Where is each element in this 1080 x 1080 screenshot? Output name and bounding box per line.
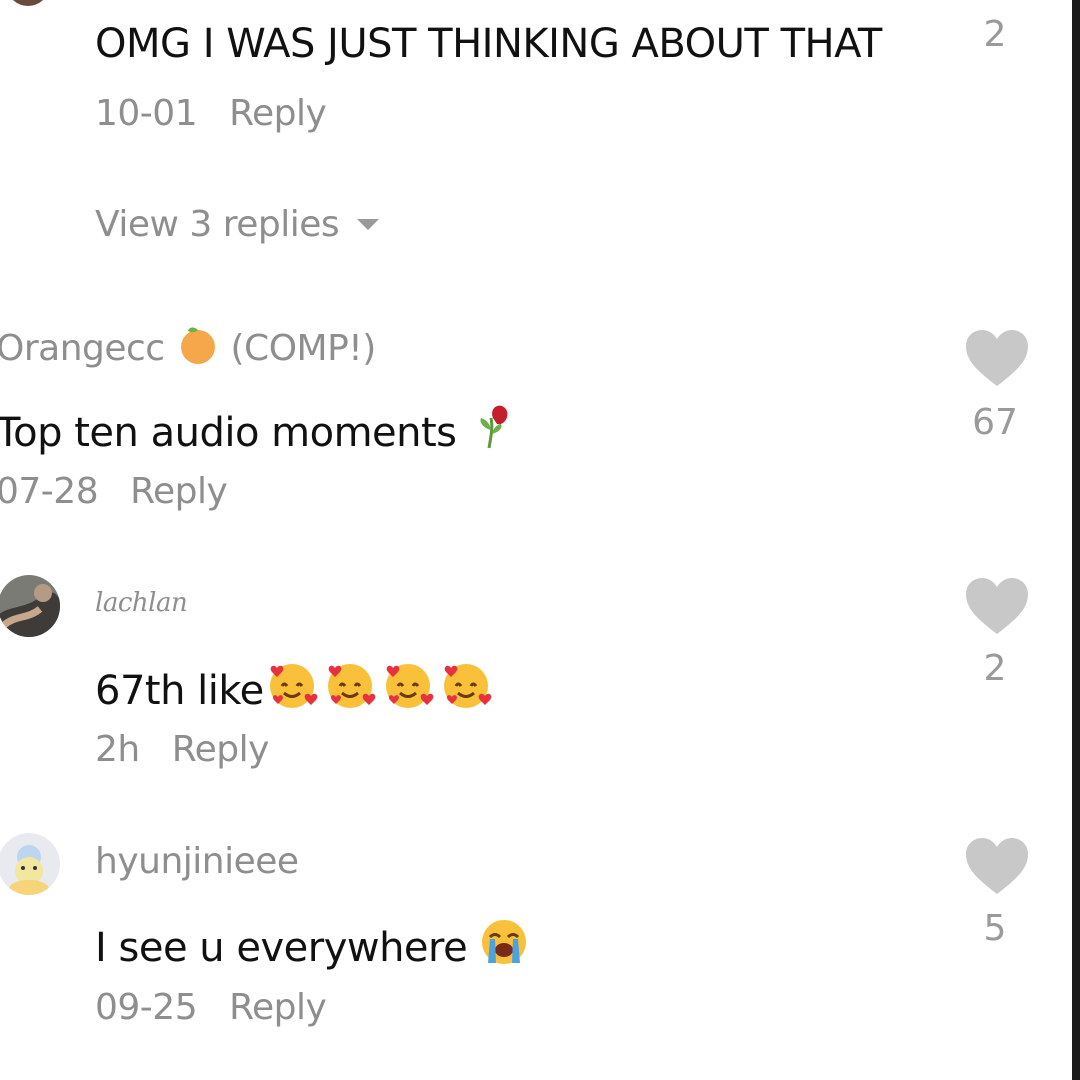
reply-button[interactable]: Reply [172, 729, 270, 770]
like-count: 2 [983, 648, 1007, 689]
comment-date: 07-28 [0, 471, 99, 512]
comment-meta: 09-25 Reply [95, 986, 327, 1029]
comment-meta: 2h Reply [95, 728, 269, 771]
avatar[interactable] [8, 0, 48, 6]
like-count: 67 [972, 402, 1018, 443]
comment-text: I see u everywhere [95, 925, 468, 971]
tangerine-emoji [176, 322, 220, 376]
comment-date: 10-01 [95, 93, 198, 134]
loudly-crying-face-emoji [479, 917, 529, 978]
comment-meta: 07-28 Reply [0, 470, 228, 513]
comment-username[interactable]: lachlan [95, 588, 188, 619]
reply-button[interactable]: Reply [130, 471, 228, 512]
comment-text: Top ten audio moments [0, 410, 457, 456]
comment-date: 09-25 [95, 987, 198, 1028]
comment-meta: 10-01 Reply [95, 92, 327, 135]
like-count: 2 [983, 14, 1007, 55]
comment-body: I see u everywhere [95, 917, 529, 978]
like-count: 5 [983, 908, 1007, 949]
heart-icon[interactable] [964, 836, 1030, 896]
reply-button[interactable]: Reply [229, 987, 327, 1028]
avatar[interactable] [0, 575, 60, 637]
comment-body: Top ten audio moments [0, 400, 517, 463]
comment-username[interactable]: hyunjinieee [95, 840, 299, 883]
comment-username-row[interactable]: Orangecc (COMP!) [0, 322, 376, 376]
avatar[interactable] [0, 833, 60, 895]
comment-username: Orangecc [0, 328, 165, 369]
scrollbar[interactable] [1072, 0, 1080, 1080]
comment-body: 67th like [95, 658, 496, 721]
heart-icon[interactable] [964, 328, 1030, 388]
comment-date: 2h [95, 729, 140, 770]
comment-username-suffix: (COMP!) [230, 328, 377, 369]
comment-text: OMG I WAS JUST THINKING ABOUT THAT [95, 21, 882, 67]
chevron-down-icon [357, 219, 380, 230]
view-replies-button[interactable]: View 3 replies [95, 203, 380, 246]
smiling-face-with-hearts-emoji [264, 658, 496, 721]
heart-icon[interactable] [964, 576, 1030, 636]
reply-button[interactable]: Reply [229, 93, 327, 134]
comment-text: 67th like [95, 668, 264, 714]
view-replies-label: View 3 replies [95, 204, 340, 245]
wilted-flower-emoji [469, 400, 517, 463]
